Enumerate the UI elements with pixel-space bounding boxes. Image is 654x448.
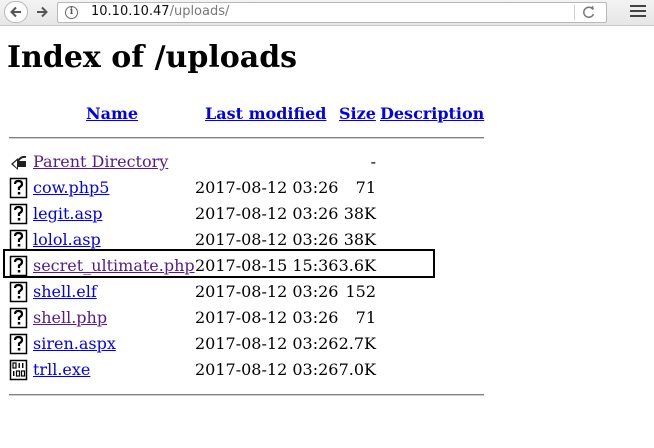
reload-icon[interactable] <box>582 3 596 25</box>
table-row: shell.elf 2017-08-12 03:26 152 <box>0 280 654 306</box>
unknown-file-icon <box>9 203 28 225</box>
file-date: 2017-08-12 03:26 <box>195 178 339 197</box>
file-size: 7.0K <box>338 360 376 379</box>
file-link[interactable]: cow.php5 <box>33 178 109 197</box>
file-date: 2017-08-12 03:26 <box>195 204 339 223</box>
url-text[interactable]: 10.10.10.47/uploads/ <box>91 4 229 19</box>
back-button[interactable] <box>4 1 28 23</box>
back-arrow-icon <box>11 155 27 170</box>
file-size: - <box>370 152 376 171</box>
hamburger-menu-icon[interactable] <box>630 5 646 19</box>
unknown-file-icon <box>9 307 28 329</box>
file-date: 2017-08-12 03:26 <box>195 360 339 379</box>
column-header-size[interactable]: Size <box>339 104 376 123</box>
highlight-box <box>3 249 435 278</box>
table-row: siren.aspx 2017-08-12 03:26 2.7K <box>0 332 654 358</box>
file-link[interactable]: shell.php <box>33 308 107 327</box>
table-row: legit.asp 2017-08-12 03:26 38K <box>0 202 654 228</box>
file-link[interactable]: trll.exe <box>33 360 90 379</box>
table-row: Parent Directory - <box>0 150 654 176</box>
binary-file-icon <box>9 359 28 381</box>
forward-arrow-icon <box>37 6 48 18</box>
unknown-file-icon <box>9 333 28 355</box>
url-separator <box>574 5 575 20</box>
column-header-name[interactable]: Name <box>86 104 138 123</box>
file-size: 38K <box>343 230 376 249</box>
top-divider <box>9 137 484 139</box>
unknown-file-icon <box>9 281 28 303</box>
table-row: shell.php 2017-08-12 03:26 71 <box>0 306 654 332</box>
bottom-divider <box>9 394 484 396</box>
file-size: 38K <box>343 204 376 223</box>
file-link[interactable]: Parent Directory <box>33 152 168 171</box>
unknown-file-icon <box>9 177 28 199</box>
unknown-file-icon <box>9 229 28 251</box>
back-arrow-icon <box>10 6 21 18</box>
browser-toolbar: i 10.10.10.47/uploads/ <box>0 0 654 26</box>
file-size: 152 <box>345 282 376 301</box>
site-info-icon[interactable]: i <box>65 6 78 19</box>
file-link[interactable]: lolol.asp <box>33 230 101 249</box>
file-date: 2017-08-12 03:26 <box>195 334 339 353</box>
file-date: 2017-08-12 03:26 <box>195 308 339 327</box>
column-header-last-modified[interactable]: Last modified <box>205 104 326 123</box>
file-size: 2.7K <box>338 334 376 353</box>
page-title: Index of /uploads <box>7 40 298 75</box>
file-link[interactable]: siren.aspx <box>33 334 116 353</box>
file-size: 71 <box>355 178 376 197</box>
file-date: 2017-08-12 03:26 <box>195 282 339 301</box>
table-row: trll.exe 2017-08-12 03:26 7.0K <box>0 358 654 384</box>
file-date: 2017-08-12 03:26 <box>195 230 339 249</box>
url-host: 10.10.10.47 <box>91 4 170 19</box>
column-header-description[interactable]: Description <box>380 104 484 123</box>
file-size: 71 <box>355 308 376 327</box>
file-link[interactable]: shell.elf <box>33 282 97 301</box>
table-row: cow.php5 2017-08-12 03:26 71 <box>0 176 654 202</box>
url-bar[interactable]: i 10.10.10.47/uploads/ <box>57 2 607 23</box>
file-link[interactable]: legit.asp <box>33 204 102 223</box>
forward-button[interactable] <box>31 2 53 22</box>
url-path: /uploads/ <box>169 4 230 19</box>
